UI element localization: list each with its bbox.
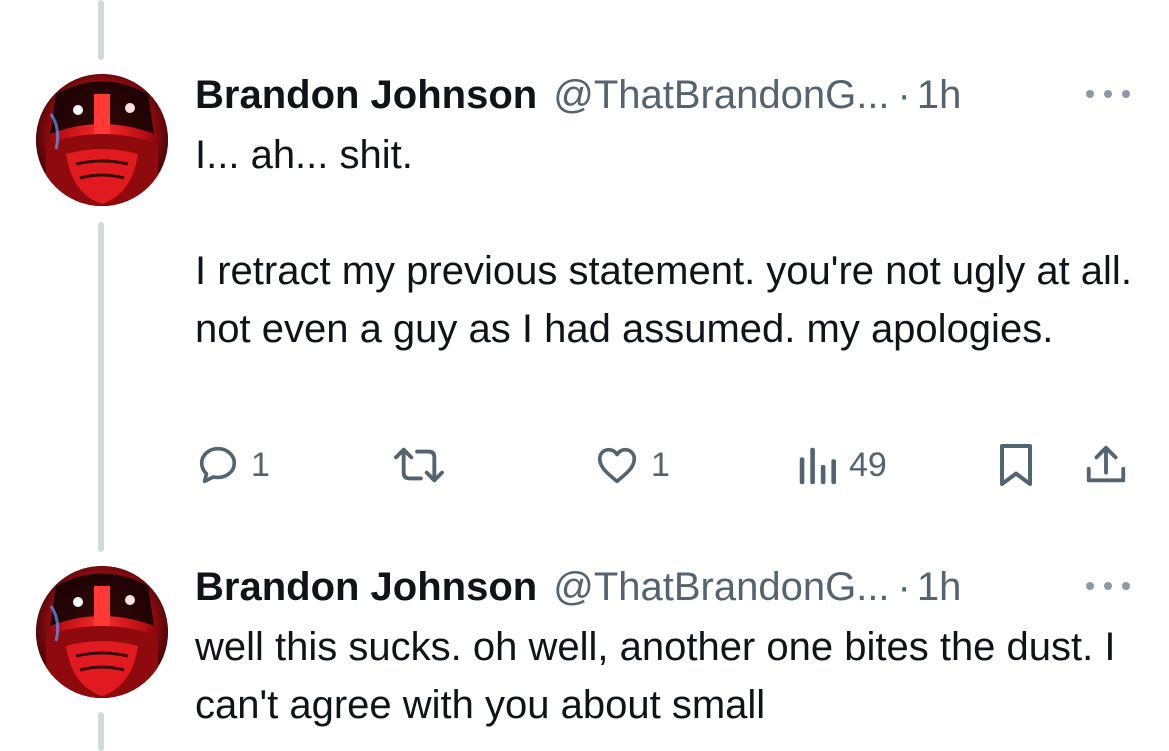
avatar[interactable]: [36, 74, 168, 206]
tweet-header: Brandon Johnson @ThatBrandonG... · 1h: [195, 564, 961, 610]
more-dot: [1104, 582, 1112, 590]
separator-dot: ·: [897, 73, 911, 117]
reply-button[interactable]: 1: [195, 440, 270, 490]
more-icon[interactable]: [1086, 576, 1130, 596]
avatar-image: [36, 74, 168, 206]
share-icon: [1086, 445, 1126, 483]
tweet[interactable]: Brandon Johnson @ThatBrandonG... · 1h we…: [0, 540, 1169, 751]
retweet-button[interactable]: [391, 440, 447, 490]
tweet-header: Brandon Johnson @ThatBrandonG... · 1h: [195, 72, 961, 118]
more-dot: [1122, 90, 1130, 98]
author-handle[interactable]: @ThatBrandonG...: [553, 564, 889, 610]
more-dot: [1122, 582, 1130, 590]
share-button[interactable]: [1083, 440, 1129, 490]
avatar-image: [36, 566, 168, 698]
tweet-text: I... ah... shit. I retract my previous s…: [195, 133, 1132, 351]
author-name[interactable]: Brandon Johnson: [195, 72, 537, 118]
heart-icon: [597, 447, 637, 484]
reply-icon: [199, 446, 237, 484]
author-name[interactable]: Brandon Johnson: [195, 564, 537, 610]
author-handle[interactable]: @ThatBrandonG...: [553, 72, 889, 118]
separator-dot: ·: [897, 565, 911, 609]
more-icon[interactable]: [1086, 84, 1130, 104]
timestamp[interactable]: 1h: [917, 72, 962, 118]
more-dot: [1104, 90, 1112, 98]
bookmark-button[interactable]: [995, 440, 1037, 490]
views-button[interactable]: 49: [795, 440, 887, 490]
tweet-actions: 1 1 49: [195, 440, 1135, 490]
views-icon: [799, 447, 836, 485]
timestamp[interactable]: 1h: [917, 564, 962, 610]
more-dot: [1086, 90, 1094, 98]
like-button[interactable]: 1: [593, 440, 670, 490]
more-dot: [1086, 582, 1094, 590]
reply-count: 1: [251, 445, 270, 484]
avatar[interactable]: [36, 566, 168, 698]
tweet-text: well this sucks. oh well, another one bi…: [195, 625, 1116, 727]
view-count: 49: [849, 445, 887, 484]
retweet-icon: [394, 447, 444, 483]
like-count: 1: [651, 445, 670, 484]
tweet[interactable]: Brandon Johnson @ThatBrandonG... · 1h I.…: [0, 0, 1169, 540]
bookmark-icon: [1000, 444, 1032, 486]
